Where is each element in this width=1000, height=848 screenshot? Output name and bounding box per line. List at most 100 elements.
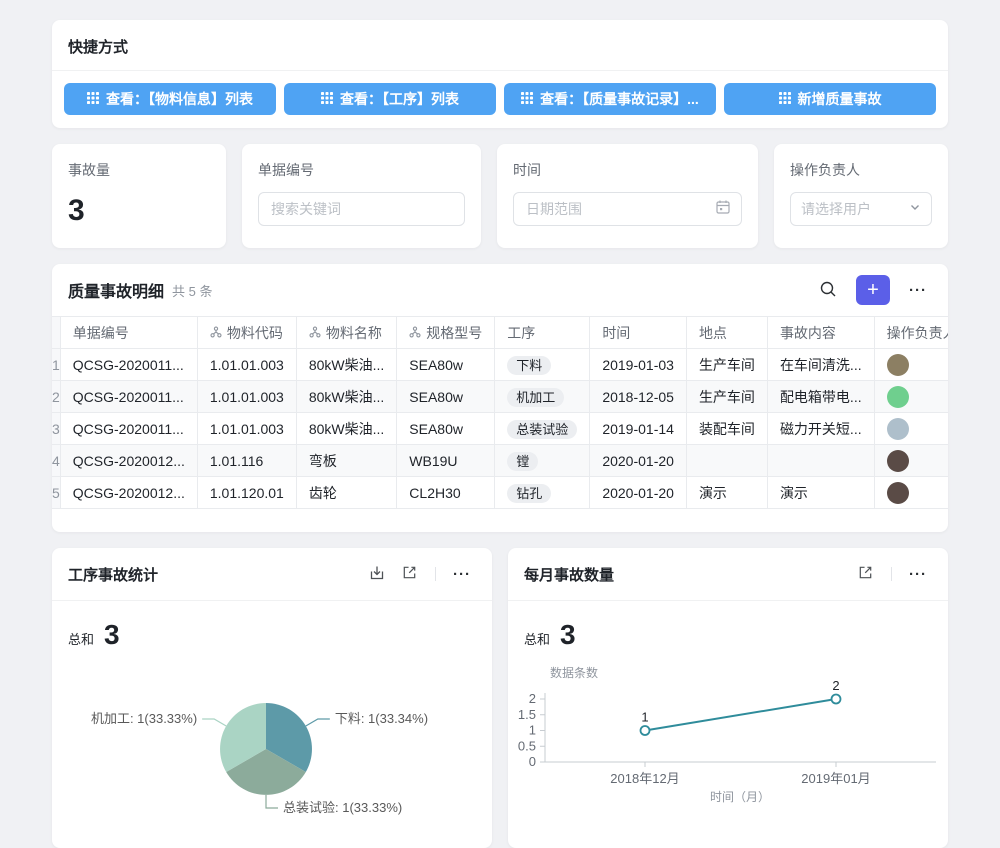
cell-index: 5 <box>52 477 60 509</box>
cell-place: 生产车间 <box>686 381 767 413</box>
column-header-label: 物料代码 <box>227 323 283 343</box>
x-tick-label: 2018年12月 <box>610 771 679 786</box>
y-tick-label: 0.5 <box>518 738 536 753</box>
shortcut-button-label: 查看：【质量事故记录】... <box>540 89 699 109</box>
date-range-input-box[interactable] <box>513 192 742 226</box>
y-tick-label: 1.5 <box>518 707 536 722</box>
shortcut-button-label: 查看：【物料信息】列表 <box>106 89 253 109</box>
pie-more-button[interactable]: ··· <box>448 560 476 588</box>
grid-icon <box>779 91 791 107</box>
shortcut-button-0[interactable]: 查看：【物料信息】列表 <box>64 83 276 115</box>
download-button[interactable] <box>363 560 391 588</box>
cell-avatar <box>874 477 948 509</box>
grid-icon <box>87 91 99 107</box>
shortcut-button-2[interactable]: 查看：【质量事故记录】... <box>504 83 716 115</box>
monthly-line-chart: 数据条数00.511.5212018年12月22019年01月时间（月） <box>508 651 948 821</box>
cell-spec: SEA80w <box>397 413 495 445</box>
open-in-new-icon <box>401 564 418 584</box>
pie-card-header: 工序事故统计 <box>52 548 492 601</box>
operator-avatar <box>887 354 909 376</box>
line-total-row: 总和 3 <box>508 601 948 651</box>
open-fullscreen-button[interactable] <box>851 560 879 588</box>
search-button[interactable] <box>814 276 842 304</box>
table-header-bar: 质量事故明细 共 5 条 + ··· <box>52 264 948 316</box>
column-header-label: 规格型号 <box>426 323 482 343</box>
shortcut-buttons: 查看：【物料信息】列表 查看：【工序】列表 查看：【质量事故记录】... 新增质量事故 <box>52 71 948 127</box>
cell-content <box>767 445 874 477</box>
cell-material_code: 1.01.01.003 <box>197 381 296 413</box>
cell-content: 在车间清洗... <box>767 349 874 381</box>
cell-content: 演示 <box>767 477 874 509</box>
add-record-button[interactable]: + <box>856 275 890 305</box>
cell-index: 2 <box>52 381 60 413</box>
table-more-button[interactable]: ··· <box>904 276 932 304</box>
line-total-value: 3 <box>560 619 576 651</box>
data-point[interactable] <box>641 726 650 735</box>
column-header-工序: 工序 <box>495 317 590 349</box>
process-tag: 机加工 <box>507 388 564 407</box>
axis-lines <box>545 693 936 762</box>
operator-avatar <box>887 386 909 408</box>
pie-callout-label: 总装试验: 1(33.33%) <box>283 800 402 815</box>
cell-place: 装配车间 <box>686 413 767 445</box>
operator-avatar <box>887 482 909 504</box>
operator-avatar <box>887 418 909 440</box>
cell-material_name: 80kW柴油... <box>296 349 396 381</box>
column-header-单据编号: 单据编号 <box>60 317 197 349</box>
line-more-button[interactable]: ··· <box>904 560 932 588</box>
cell-avatar <box>874 349 948 381</box>
table-row[interactable]: 3QCSG-2020011...1.01.01.00380kW柴油...SEA8… <box>52 413 948 445</box>
cell-process: 总装试验 <box>495 413 590 445</box>
data-point[interactable] <box>832 695 841 704</box>
pie-callout-label: 下料: 1(33.34%) <box>335 711 428 726</box>
cell-time: 2018-12-05 <box>590 381 687 413</box>
table-row[interactable]: 5QCSG-2020012...1.01.120.01齿轮CL2H30钻孔202… <box>52 477 948 509</box>
cell-index: 3 <box>52 413 60 445</box>
divider <box>435 567 436 581</box>
table-row[interactable]: 2QCSG-2020011...1.01.01.00380kW柴油...SEA8… <box>52 381 948 413</box>
pie-callout-line <box>306 719 330 726</box>
cell-material_name: 80kW柴油... <box>296 381 396 413</box>
table-row[interactable]: 1QCSG-2020011...1.01.01.00380kW柴油...SEA8… <box>52 349 948 381</box>
date-range-input[interactable] <box>524 200 709 218</box>
cell-doc_no: QCSG-2020011... <box>60 381 197 413</box>
line-card-header: 每月事故数量 ··· <box>508 548 948 601</box>
doc-no-search-input[interactable] <box>269 200 454 218</box>
table-row[interactable]: 4QCSG-2020012...1.01.116弯板WB19U镗2020-01-… <box>52 445 948 477</box>
ellipsis-icon: ··· <box>453 567 471 582</box>
y-axis-title: 数据条数 <box>550 665 598 680</box>
open-fullscreen-button[interactable] <box>395 560 423 588</box>
accident-detail-card: 质量事故明细 共 5 条 + ··· 单据编号物料代码物料名称规格型号工序时间地… <box>52 264 948 532</box>
y-tick-label: 2 <box>529 691 536 706</box>
cell-doc_no: QCSG-2020011... <box>60 349 197 381</box>
shortcut-button-3[interactable]: 新增质量事故 <box>724 83 936 115</box>
operator-select[interactable]: 请选择用户 <box>790 192 932 226</box>
column-header-事故内容: 事故内容 <box>767 317 874 349</box>
cell-spec: SEA80w <box>397 381 495 413</box>
cell-doc_no: QCSG-2020011... <box>60 413 197 445</box>
pie-total-row: 总和 3 <box>52 601 492 651</box>
cell-spec: WB19U <box>397 445 495 477</box>
ellipsis-icon: ··· <box>909 567 927 582</box>
accident-count-label: 事故量 <box>68 160 210 180</box>
cell-process: 钻孔 <box>495 477 590 509</box>
pie-total-value: 3 <box>104 619 120 651</box>
shortcut-button-1[interactable]: 查看：【工序】列表 <box>284 83 496 115</box>
grid-icon <box>521 91 533 107</box>
x-tick-label: 2019年01月 <box>801 771 870 786</box>
time-filter-card: 时间 <box>497 144 758 248</box>
shortcut-button-label: 新增质量事故 <box>798 89 882 109</box>
column-header-地点: 地点 <box>686 317 767 349</box>
operator-select-placeholder: 请选择用户 <box>801 199 903 219</box>
pie-callout-line <box>266 795 278 808</box>
pie-chart-title: 工序事故统计 <box>68 564 158 585</box>
doc-no-label: 单据编号 <box>258 160 465 180</box>
divider <box>891 567 892 581</box>
operator-filter-card: 操作负责人 请选择用户 <box>774 144 948 248</box>
cell-place <box>686 445 767 477</box>
cell-content: 磁力开关短... <box>767 413 874 445</box>
cell-avatar <box>874 413 948 445</box>
download-icon <box>368 564 386 585</box>
linked-field-icon <box>210 325 222 341</box>
cell-process: 下料 <box>495 349 590 381</box>
